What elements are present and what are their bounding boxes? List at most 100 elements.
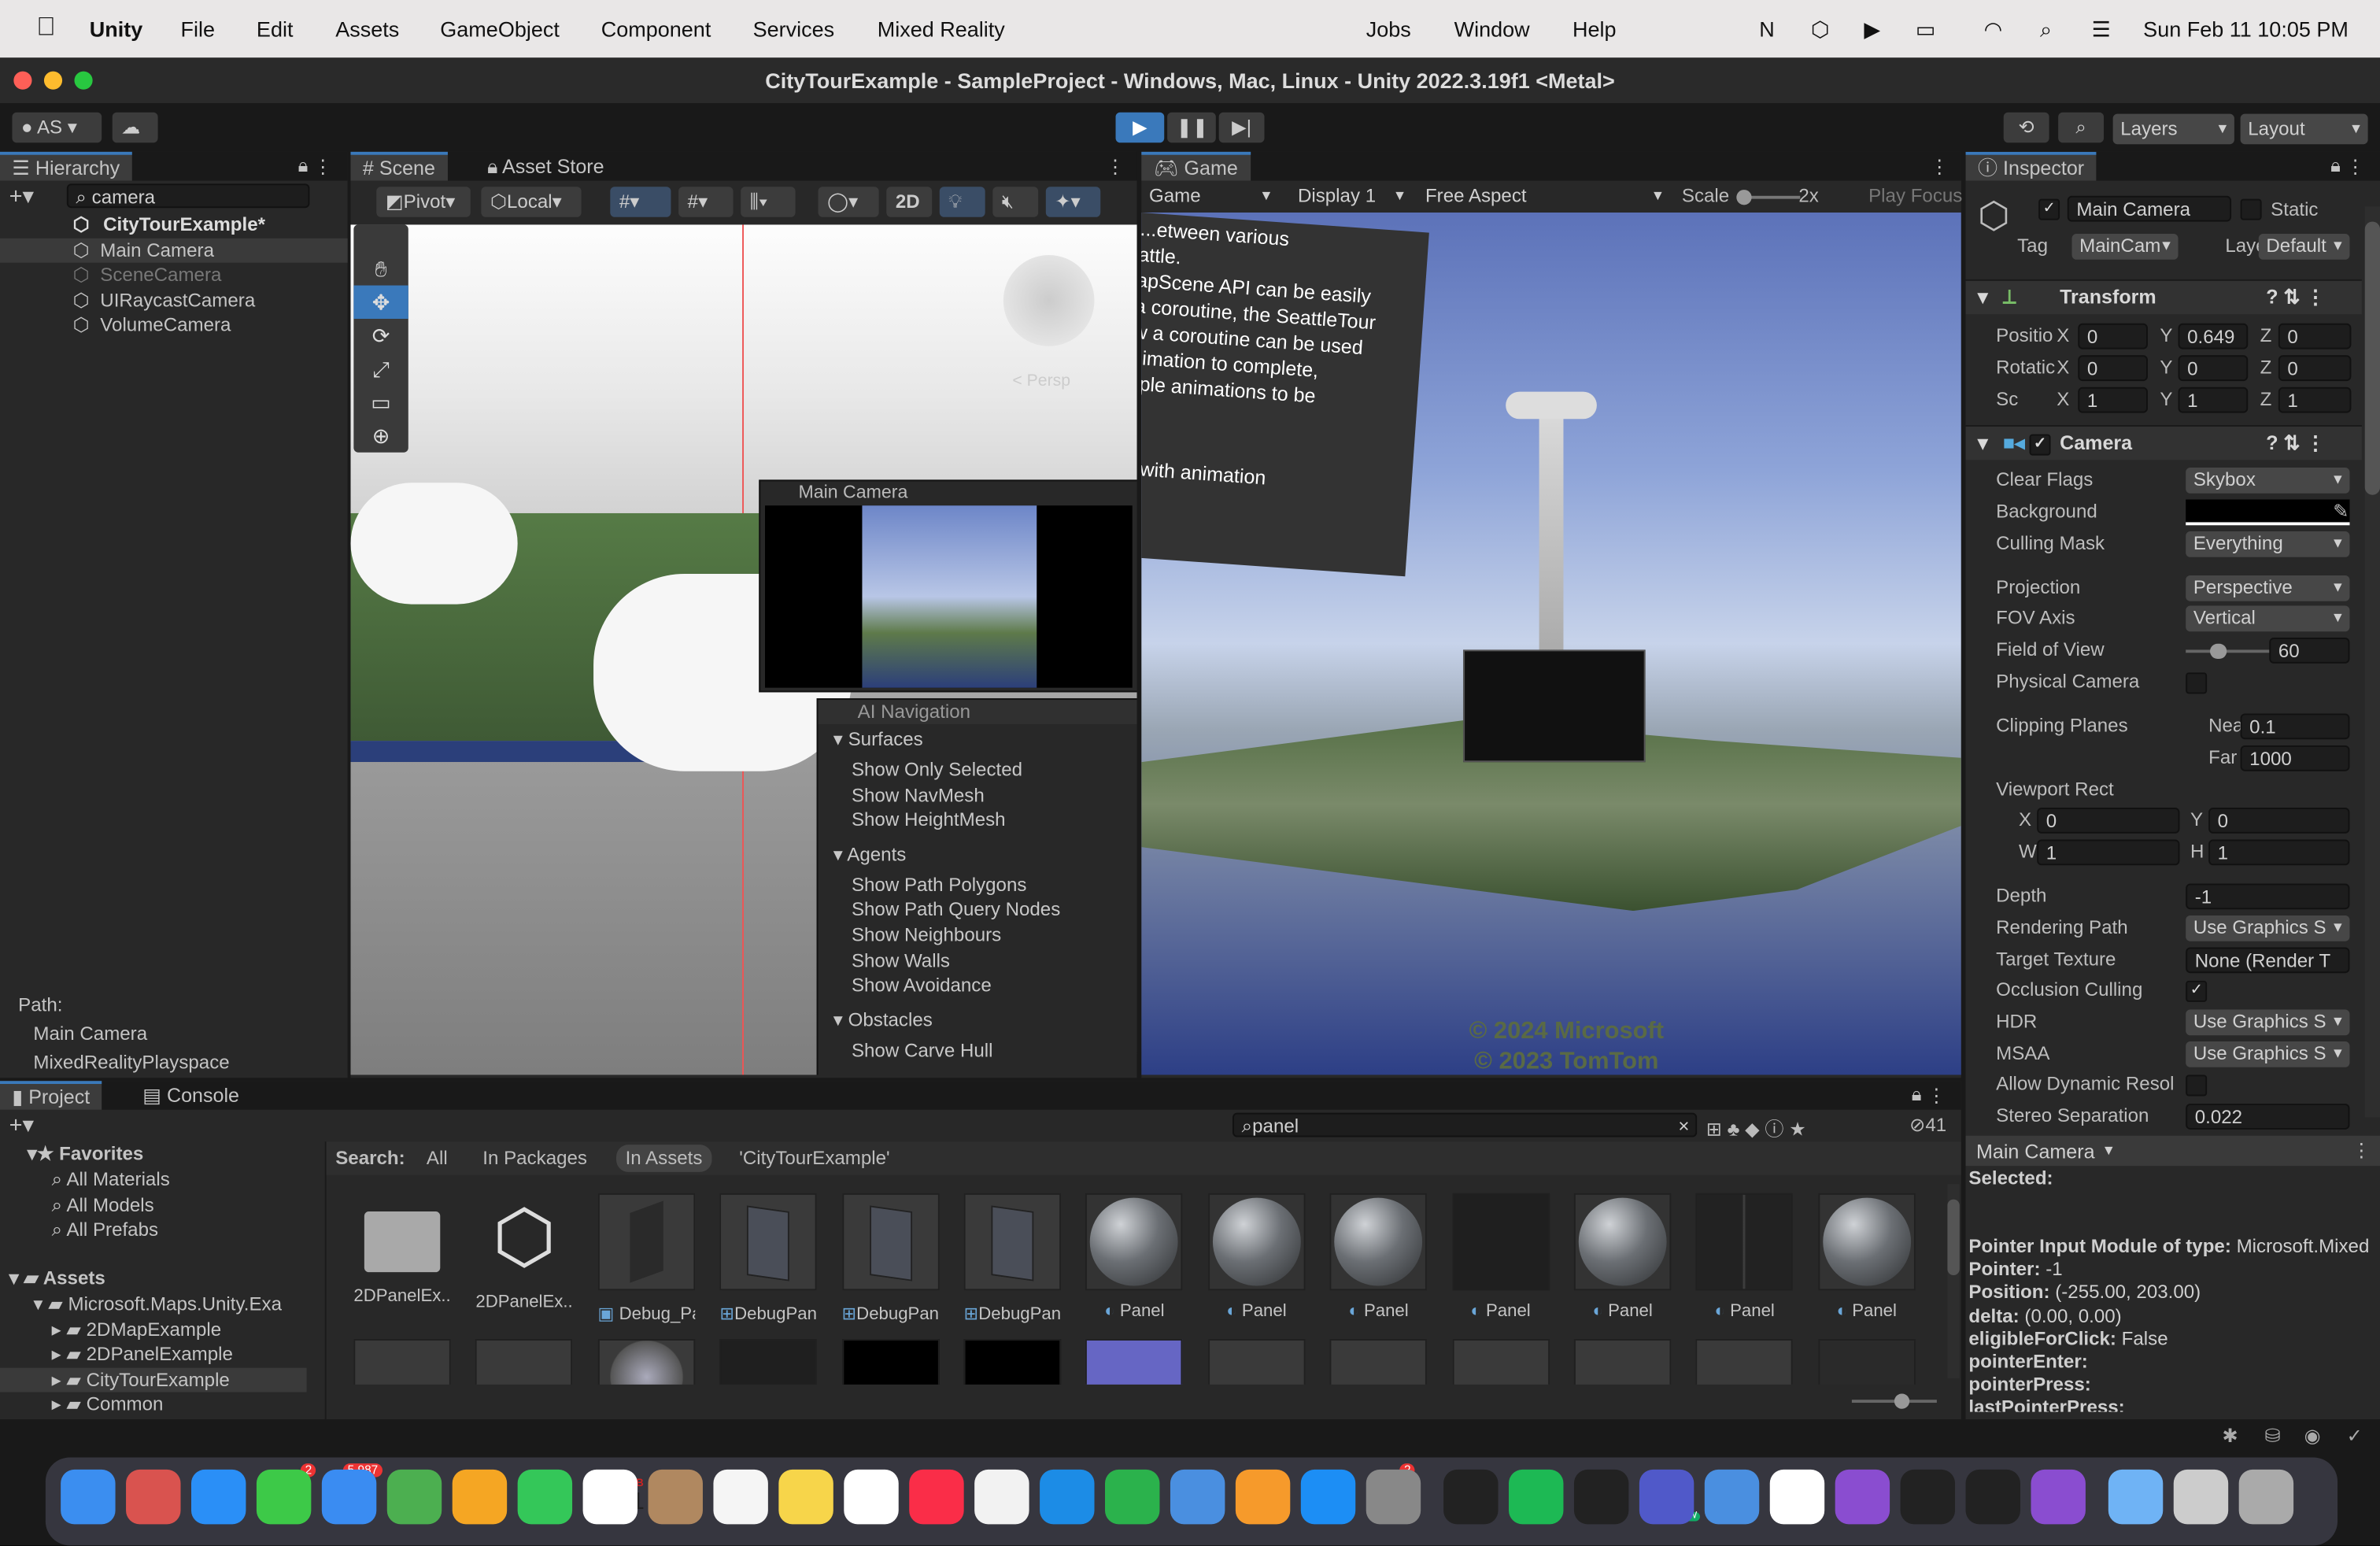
msaa-dropdown[interactable]: Use Graphics S [2186, 1041, 2350, 1067]
system-settings-icon[interactable] [1366, 1469, 1421, 1525]
asset-item[interactable]: ◐ Panel [1451, 1193, 1550, 1321]
lighting-toggle-icon[interactable]: 💡︎ [939, 187, 985, 217]
ruler-button[interactable]: ⫼▾ [741, 187, 796, 217]
hierarchy-item[interactable]: ⬡ VolumeCamera [0, 313, 348, 337]
favorites-section[interactable]: ▾★ Favorites [0, 1141, 325, 1166]
rect-tool-icon[interactable]: ▭ [353, 386, 408, 419]
project-search-input[interactable]: ⌕panel × [1232, 1112, 1698, 1137]
minimize-window-button[interactable] [43, 71, 63, 90]
menu-file[interactable]: File [181, 17, 216, 41]
transform-x-input[interactable]: 0 [2078, 355, 2148, 382]
2d-toggle[interactable]: 2D [886, 187, 933, 217]
finder-icon[interactable] [61, 1469, 116, 1525]
audio-toggle-icon[interactable]: 🔇︎ [992, 187, 1039, 217]
increment-snap-button[interactable]: #▾ [678, 187, 734, 217]
asset-item[interactable]: ◐ Panel [1329, 1193, 1428, 1321]
photos-icon[interactable] [452, 1469, 508, 1525]
debug-mode-icon[interactable]: ✱ [2222, 1424, 2238, 1447]
camera-enabled-checkbox[interactable]: ✓ [2029, 434, 2051, 456]
more-menu-icon[interactable]: ⋮ [313, 155, 332, 178]
occlusion-checkbox[interactable]: ✓ [2186, 980, 2208, 1002]
contacts-icon[interactable] [648, 1469, 703, 1525]
keynote-icon[interactable] [1040, 1469, 1095, 1525]
clear-flags-dropdown[interactable]: Skybox [2186, 468, 2350, 494]
folder-item[interactable]: ▸ ▰ CityTourExample [0, 1367, 307, 1393]
transform-y-input[interactable]: 1 [2178, 386, 2249, 413]
tab-game[interactable]: 🎮︎ Game [1141, 151, 1251, 181]
viewport-h-input[interactable]: 1 [2208, 839, 2350, 866]
inspector-scrollbar[interactable] [2364, 206, 2380, 1118]
eyedropper-icon[interactable]: ✎ [2333, 500, 2349, 522]
close-window-button[interactable] [13, 71, 32, 90]
effects-toggle-icon[interactable]: ✦▾ [1045, 187, 1101, 217]
transform-z-input[interactable]: 1 [2278, 386, 2352, 413]
nav-option[interactable]: Show Walls [819, 949, 1137, 973]
create-button[interactable]: +▾ [9, 1111, 34, 1139]
numbers-icon[interactable] [1105, 1469, 1160, 1525]
game-mode-dropdown[interactable]: Game [1141, 183, 1278, 209]
asset-thumbnail[interactable] [1451, 1339, 1550, 1385]
more-menu-icon[interactable]: ⋮ [1106, 155, 1125, 178]
tab-hierarchy[interactable]: ☰ Hierarchy [0, 151, 132, 181]
more-menu-icon[interactable]: ⋮ [2346, 155, 2365, 178]
transform-tool-icon[interactable]: ⊕ [353, 419, 408, 452]
notion-icon[interactable] [1769, 1469, 1825, 1525]
unity-2-icon[interactable] [1965, 1469, 2020, 1525]
nav-option[interactable]: Show Path Polygons✓ [819, 873, 1137, 897]
nav-section-obstacles[interactable]: ▾ Obstacles [819, 1008, 1137, 1032]
projection-dropdown[interactable]: Perspective [2186, 575, 2350, 601]
news-icon[interactable] [974, 1469, 1029, 1525]
nav-option[interactable]: Show HeightMesh [819, 808, 1137, 832]
play-button[interactable]: ▶ [1115, 112, 1165, 143]
viewport-y-input[interactable]: 0 [2208, 808, 2350, 834]
move-tool-icon[interactable]: ✥ [353, 285, 408, 320]
scene-root[interactable]: ⬡ CityTourExample* [0, 213, 348, 237]
cache-icon[interactable]: ⛁ [2264, 1424, 2280, 1447]
hand-tool-icon[interactable]: ✋︎ [353, 252, 408, 285]
hierarchy-item[interactable]: ⬡ UIRaycastCamera [0, 288, 348, 313]
favorite-all-materials[interactable]: ⌕ All Materials [0, 1167, 325, 1192]
component-menu-icon[interactable]: ? ⇅ ⋮ [2266, 281, 2325, 314]
tab-inspector[interactable]: ⓘ Inspector [1965, 151, 2097, 181]
far-input[interactable]: 1000 [2240, 745, 2350, 771]
favorite-all-prefabs[interactable]: ⌕ All Prefabs [0, 1218, 325, 1242]
apple-icon[interactable]:  [36, 12, 56, 43]
teams-icon[interactable] [1639, 1469, 1694, 1525]
launchpad-icon[interactable] [126, 1469, 181, 1525]
notes-icon[interactable] [778, 1469, 833, 1525]
scope-folder[interactable]: 'CityTourExample' [739, 1148, 889, 1169]
asset-thumbnail[interactable] [841, 1339, 940, 1385]
transform-header[interactable]: ▾ ⟂ Transform? ⇅ ⋮ [1965, 279, 2362, 315]
hdr-dropdown[interactable]: Use Graphics S [2186, 1009, 2350, 1036]
account-button[interactable]: ● AS ▾ [12, 112, 102, 143]
battery-icon[interactable]: ▭ [1916, 17, 1936, 43]
search-filter-icons[interactable]: ⊞ ♣ ◆ ⓘ ★ [1706, 1113, 1806, 1142]
scene-viewport[interactable]: < Persp ✋︎ ✥ ⟳ ⤢ ▭ ⊕ Main Camera AI Navigatio… [350, 224, 1137, 1075]
more-menu-icon[interactable]: ⋮ [1930, 155, 1949, 178]
fov-slider[interactable] [2186, 643, 2275, 660]
notion-status-icon[interactable]: N [1759, 17, 1775, 41]
menu-services[interactable]: Services [753, 17, 835, 41]
asset-thumbnail[interactable] [597, 1339, 695, 1385]
lock-icon[interactable]: 🔒︎ [2330, 155, 2341, 178]
nav-option[interactable]: Show NavMesh✓ [819, 782, 1137, 807]
unity-hub-icon[interactable] [1573, 1469, 1629, 1525]
object-name-input[interactable]: Main Camera [2067, 195, 2232, 222]
asset-item[interactable]: ◐ Panel [1818, 1193, 1916, 1321]
more-menu-icon[interactable]: ⋮ [2352, 1138, 2371, 1161]
menu-component[interactable]: Component [601, 17, 711, 41]
nav-option[interactable]: Show Avoidance [819, 974, 1137, 998]
rotate-tool-icon[interactable]: ⟳ [353, 319, 408, 352]
assets-folder[interactable]: ▾ ▰ Assets [0, 1266, 325, 1290]
perspective-label[interactable]: < Persp [1012, 372, 1070, 390]
music-icon[interactable] [909, 1469, 964, 1525]
wifi-icon[interactable]: ◠ [1984, 17, 2003, 43]
game-viewport[interactable]: ...etween various attle. apScene API can b… [1141, 213, 1961, 1075]
asset-thumbnail[interactable] [1329, 1339, 1428, 1385]
step-button[interactable]: ▶| [1218, 112, 1265, 143]
cloud-icon[interactable]: ☁ [112, 112, 158, 143]
asset-thumbnail[interactable] [1207, 1339, 1306, 1385]
ui-panel-in-game[interactable] [1463, 649, 1646, 763]
document-stack-icon[interactable] [2173, 1469, 2229, 1525]
local-dropdown[interactable]: ⬡Local▾ [481, 187, 582, 217]
